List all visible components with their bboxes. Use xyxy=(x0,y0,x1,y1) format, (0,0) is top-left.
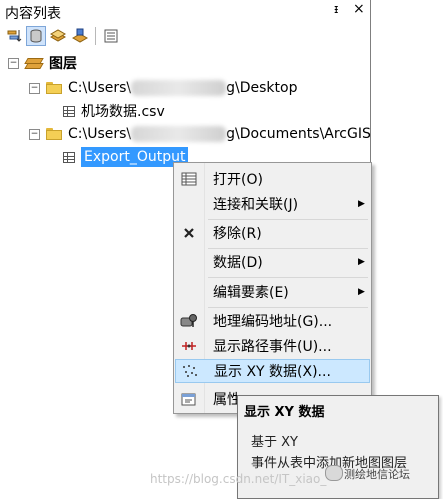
redacted-username xyxy=(131,80,227,96)
tree-node-folder-arcgis[interactable]: − C:\Users\ g\Documents\ArcGIS xyxy=(29,123,371,145)
properties-icon xyxy=(175,392,203,406)
redacted-username xyxy=(131,126,227,142)
file-label: 机场数据.csv xyxy=(81,104,165,120)
list-by-source-icon[interactable] xyxy=(26,26,46,46)
menu-item-data[interactable]: 数据(D) ▶ xyxy=(175,250,370,274)
tree-node-folder-desktop[interactable]: − C:\Users\ g\Desktop xyxy=(29,77,297,99)
menu-separator xyxy=(208,277,368,278)
menu-item-joins-relates[interactable]: 连接和关联(J) ▶ xyxy=(175,192,370,216)
menu-item-display-route-events[interactable]: 显示路径事件(U)... xyxy=(175,334,370,358)
window-titlebar: 内容列表 ᵻ × xyxy=(0,0,369,24)
watermark-brand: 测绘地信论坛 xyxy=(344,468,410,481)
layers-label: 图层 xyxy=(49,56,77,72)
geocode-icon xyxy=(175,313,203,329)
menu-label: 显示路径事件(U)... xyxy=(213,339,332,355)
folder-path-suffix: g\Desktop xyxy=(226,80,298,96)
layers-icon xyxy=(24,56,44,70)
tree-node-export-output[interactable]: Export_Output xyxy=(63,146,189,168)
menu-item-open[interactable]: 打开(O) xyxy=(175,167,370,191)
options-icon[interactable] xyxy=(101,26,121,46)
folder-path-prefix: C:\Users\ xyxy=(68,80,132,96)
watermark-url: https://blog.csdn.net/IT_xiao_ xyxy=(150,472,327,486)
tree-node-file-csv[interactable]: 机场数据.csv xyxy=(63,100,165,122)
menu-item-display-xy-data[interactable]: 显示 XY 数据(X)... xyxy=(175,359,370,383)
menu-label: 数据(D) xyxy=(213,255,263,271)
table-icon xyxy=(63,105,75,117)
submenu-arrow-icon: ▶ xyxy=(358,199,365,209)
menu-separator xyxy=(208,248,368,249)
list-by-selection-icon[interactable] xyxy=(70,26,90,46)
menu-label: 显示 XY 数据(X)... xyxy=(214,364,331,380)
folder-path-prefix: C:\Users\ xyxy=(68,126,132,142)
context-menu: 打开(O) 连接和关联(J) ▶ 移除(R) 数据(D) ▶ 编辑要素(E) ▶… xyxy=(173,162,372,414)
tree-node-layers[interactable]: − 图层 xyxy=(8,52,77,74)
menu-separator xyxy=(208,219,368,220)
route-events-icon xyxy=(175,339,203,353)
xy-points-icon xyxy=(176,364,204,378)
close-icon[interactable]: × xyxy=(353,1,365,17)
list-drawing-order-icon[interactable] xyxy=(4,26,24,46)
table-icon xyxy=(63,151,75,163)
tooltip-line-1: 基于 XY xyxy=(251,435,298,450)
collapse-icon[interactable]: − xyxy=(29,82,40,94)
menu-item-geocode-addresses[interactable]: 地理编码地址(G)... xyxy=(175,309,370,333)
menu-label: 连接和关联(J) xyxy=(213,197,299,213)
remove-x-icon xyxy=(175,227,203,239)
folder-path-suffix: g\Documents\ArcGIS xyxy=(226,126,371,142)
collapse-icon[interactable]: − xyxy=(29,128,40,140)
collapse-icon[interactable]: − xyxy=(8,57,19,69)
menu-label: 地理编码地址(G)... xyxy=(213,314,333,330)
window-title: 内容列表 xyxy=(5,6,61,22)
menu-separator xyxy=(208,307,368,308)
submenu-arrow-icon: ▶ xyxy=(358,257,365,267)
menu-label: 打开(O) xyxy=(213,172,263,188)
toc-toolbar xyxy=(4,26,121,48)
list-by-visibility-icon[interactable] xyxy=(48,26,68,46)
toolbar-separator xyxy=(95,27,96,45)
menu-item-remove[interactable]: 移除(R) xyxy=(175,221,370,245)
folder-icon xyxy=(46,128,62,140)
menu-label: 编辑要素(E) xyxy=(213,285,289,301)
tooltip-title: 显示 XY 数据 xyxy=(244,405,325,420)
wechat-logo-icon xyxy=(325,465,343,481)
table-open-icon xyxy=(175,172,203,186)
folder-icon xyxy=(46,82,62,94)
submenu-arrow-icon: ▶ xyxy=(358,287,365,297)
menu-label: 移除(R) xyxy=(213,226,262,242)
pin-icon[interactable]: ᵻ xyxy=(334,2,338,16)
menu-item-edit-features[interactable]: 编辑要素(E) ▶ xyxy=(175,280,370,304)
